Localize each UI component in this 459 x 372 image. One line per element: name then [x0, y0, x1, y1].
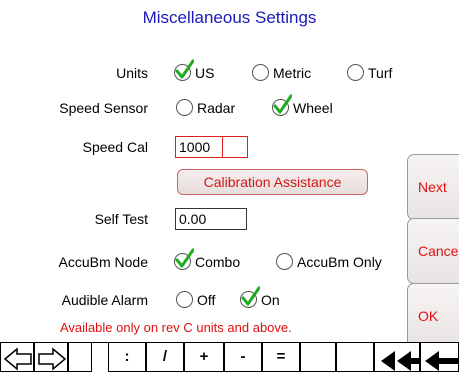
blank-key[interactable]	[68, 342, 92, 372]
alarm-off-radio[interactable]: Off	[176, 291, 215, 308]
check-icon	[174, 59, 194, 81]
radio-empty-icon	[276, 253, 293, 270]
colon-key[interactable]: :	[108, 342, 146, 372]
blank-key-2[interactable]	[336, 342, 374, 372]
ok-button-label: OK	[418, 308, 439, 324]
equals-key[interactable]: =	[262, 342, 300, 372]
alarm-on-label: On	[261, 291, 280, 308]
backspace-key[interactable]	[420, 342, 459, 372]
units-metric-radio[interactable]: Metric	[252, 64, 311, 81]
backspace-arrow-icon	[425, 351, 458, 371]
accubm-node-label: AccuBm Node	[58, 254, 148, 270]
units-metric-label: Metric	[273, 64, 312, 81]
cancel-button-label: Cance	[418, 243, 459, 259]
space-key[interactable]	[300, 342, 336, 372]
speed-sensor-wheel-radio[interactable]: Wheel	[272, 94, 333, 116]
next-button-label: Next	[418, 179, 447, 195]
units-us-radio[interactable]: US	[174, 59, 215, 81]
ok-button[interactable]: OK	[407, 283, 459, 349]
units-turf-label: Turf	[368, 64, 393, 81]
check-icon	[174, 248, 194, 270]
alarm-on-radio[interactable]: On	[240, 286, 280, 308]
speed-sensor-label: Speed Sensor	[59, 100, 148, 116]
alarm-off-label: Off	[197, 291, 216, 308]
units-label: Units	[116, 65, 148, 81]
arrow-right-outline-icon	[38, 347, 67, 371]
self-test-label: Self Test	[94, 211, 148, 227]
audible-alarm-label: Audible Alarm	[61, 292, 148, 308]
cancel-button[interactable]: Cance	[407, 218, 459, 284]
check-icon	[240, 286, 260, 308]
accubm-combo-radio[interactable]: Combo	[174, 248, 241, 270]
plus-key[interactable]: +	[184, 342, 224, 372]
arrow-left-key[interactable]	[0, 342, 34, 372]
radio-empty-icon	[176, 99, 193, 116]
units-us-label: US	[195, 64, 215, 81]
units-turf-radio[interactable]: Turf	[347, 64, 392, 81]
self-test-input[interactable]: 0.00	[175, 208, 247, 230]
accubm-only-label: AccuBm Only	[297, 253, 382, 270]
speed-sensor-radar-radio[interactable]: Radar	[176, 99, 235, 116]
double-left-arrow-icon	[381, 351, 419, 371]
speed-cal-label: Speed Cal	[82, 139, 148, 155]
slash-key[interactable]: /	[146, 342, 184, 372]
arrow-right-key[interactable]	[34, 342, 68, 372]
speed-cal-input[interactable]: 1000	[175, 136, 223, 158]
radio-empty-icon	[347, 64, 364, 81]
check-icon	[272, 94, 292, 116]
arrow-left-outline-icon	[3, 347, 32, 371]
speed-sensor-wheel-label: Wheel	[293, 99, 333, 116]
next-button[interactable]: Next	[407, 154, 459, 220]
radio-empty-icon	[252, 64, 269, 81]
speed-cal-unit-box	[222, 136, 248, 158]
minus-key[interactable]: -	[224, 342, 262, 372]
accubm-only-radio[interactable]: AccuBm Only	[276, 253, 382, 270]
availability-note: Available only on rev C units and above.	[60, 320, 292, 335]
page-title: Miscellaneous Settings	[142, 8, 317, 27]
speed-sensor-radar-label: Radar	[197, 99, 236, 116]
radio-empty-icon	[176, 291, 193, 308]
fast-backspace-key[interactable]	[374, 342, 420, 372]
calibration-assistance-button[interactable]: Calibration Assistance	[177, 169, 368, 195]
accubm-combo-label: Combo	[195, 253, 241, 270]
